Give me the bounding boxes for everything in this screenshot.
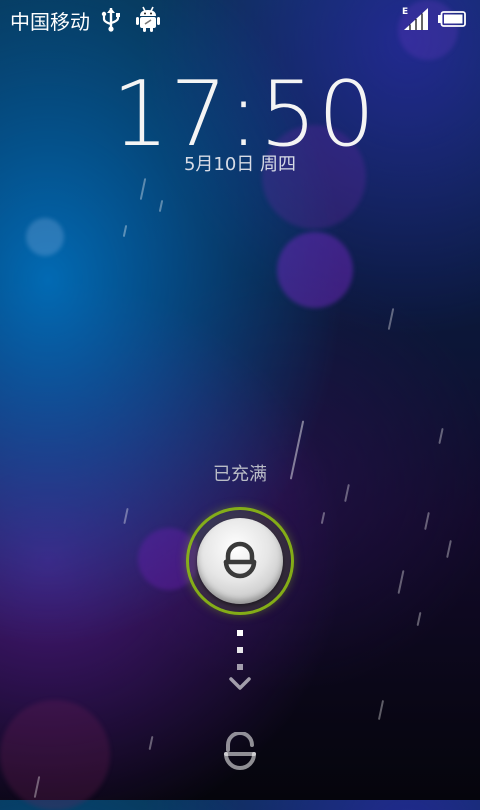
bokeh-light — [0, 700, 110, 810]
slide-hint-dot — [237, 630, 243, 636]
rain-streak — [344, 483, 350, 503]
bokeh-light — [26, 218, 64, 256]
slide-hint-dot — [237, 647, 243, 653]
rain-streak — [446, 539, 452, 559]
rain-streak — [416, 611, 422, 627]
lock-icon — [223, 541, 257, 579]
unlock-slider-handle[interactable] — [189, 510, 291, 612]
status-bar: 中国移动 E — [0, 0, 480, 38]
rain-streak — [123, 507, 129, 525]
battery-icon — [438, 11, 466, 27]
rain-streak — [377, 700, 385, 720]
network-type-label: E — [402, 7, 408, 17]
rain-streak — [139, 178, 147, 200]
lockscreen-date: 5月10日 周四 — [183, 154, 297, 175]
bokeh-light — [277, 232, 353, 308]
rain-streak — [158, 199, 164, 213]
android-debug-icon — [136, 6, 160, 32]
chevron-down-icon — [229, 677, 251, 690]
signal-icon: E — [402, 7, 428, 30]
rain-streak — [148, 735, 154, 751]
unlock-knob[interactable] — [197, 518, 283, 604]
slide-hint-dot — [237, 664, 243, 670]
carrier-name: 中国移动 — [10, 10, 90, 34]
unlock-icon[interactable] — [222, 732, 258, 770]
charge-status: 已充满 — [213, 464, 267, 485]
rain-streak — [424, 511, 430, 531]
usb-icon — [101, 8, 120, 32]
rain-streak — [397, 570, 405, 594]
rain-streak — [320, 511, 326, 525]
rain-streak — [438, 427, 444, 445]
rain-streak — [387, 308, 395, 330]
rain-streak — [122, 224, 128, 238]
